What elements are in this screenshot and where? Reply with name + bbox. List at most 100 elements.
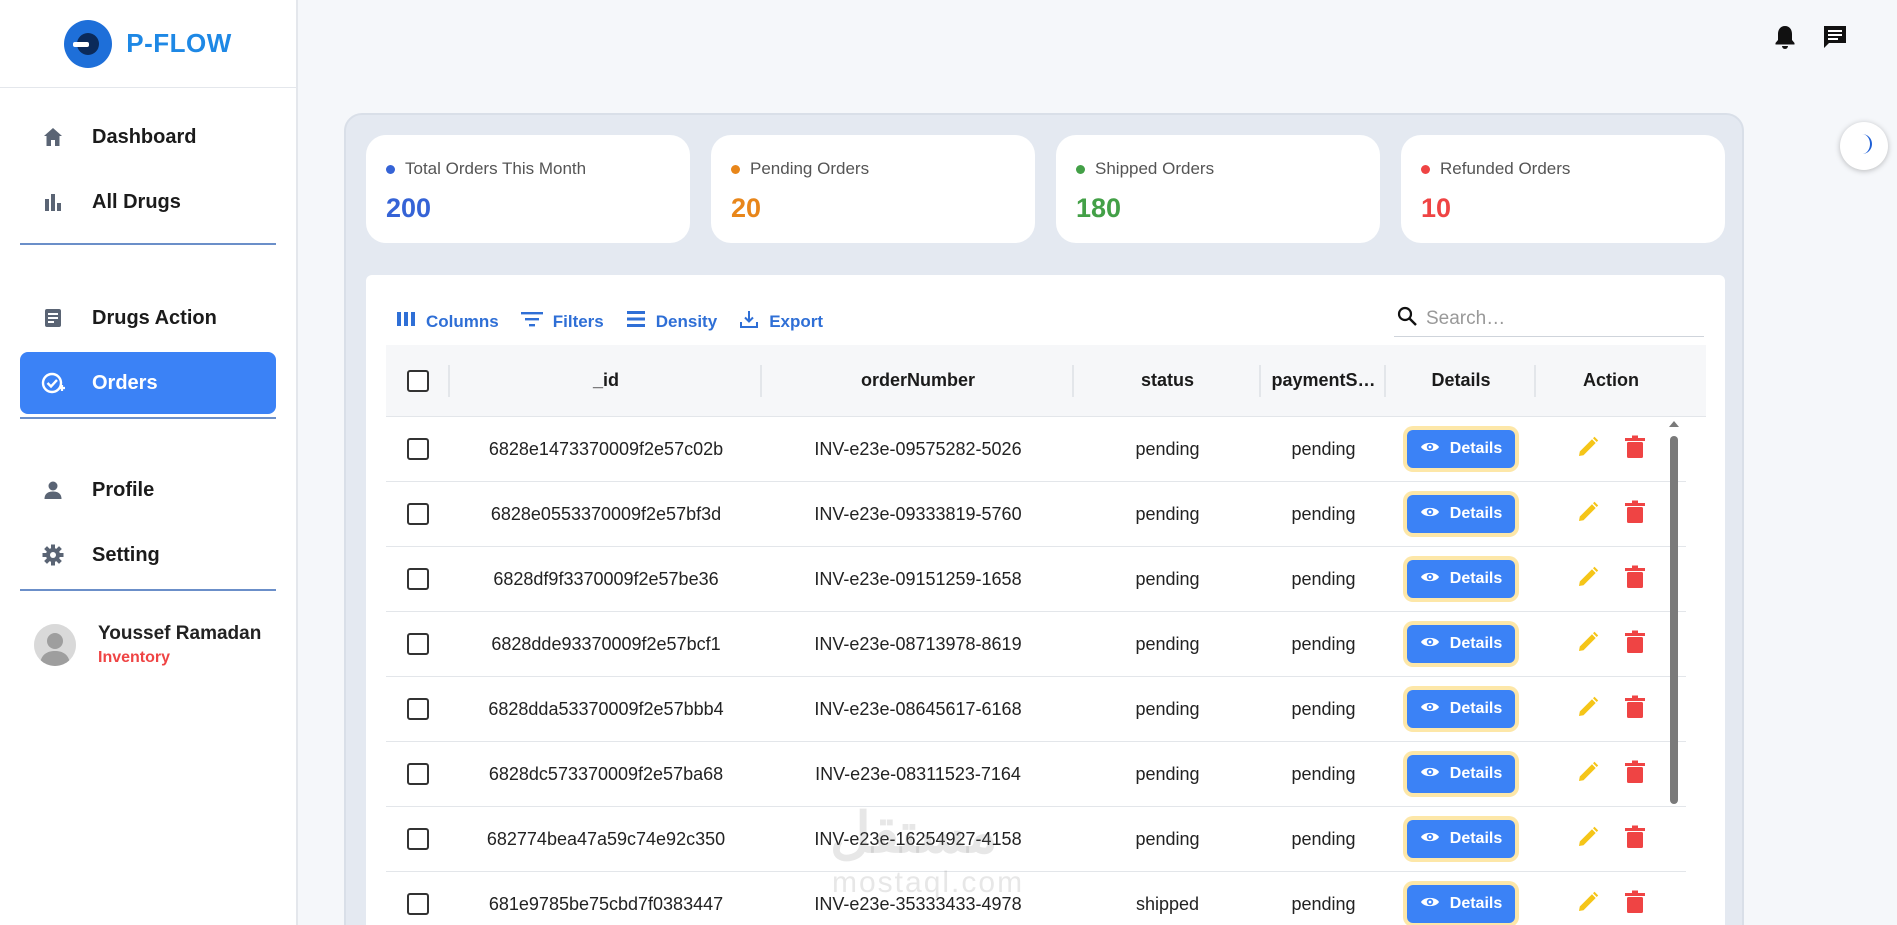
cell-action (1536, 565, 1686, 594)
eye-icon (1420, 635, 1440, 654)
cell-status: pending (1135, 503, 1200, 524)
stat-value: 200 (386, 193, 432, 223)
columns-button[interactable]: Columns (396, 310, 499, 333)
edit-pencil-icon[interactable] (1576, 435, 1600, 464)
details-label: Details (1449, 570, 1503, 587)
delete-trash-icon[interactable] (1624, 435, 1646, 464)
row-checkbox[interactable] (407, 633, 429, 655)
cell-action (1536, 435, 1686, 464)
eye-icon (1420, 505, 1440, 524)
details-button[interactable]: Details (1407, 690, 1515, 728)
table-row[interactable]: 6828dc573370009f2e57ba68 INV-e23e-083115… (386, 742, 1686, 807)
cell-details: Details (1386, 690, 1536, 728)
row-checkbox[interactable] (407, 698, 429, 720)
edit-pencil-icon[interactable] (1576, 695, 1600, 724)
edit-pencil-icon[interactable] (1576, 760, 1600, 789)
sidebar-item-drugs-action[interactable]: Drugs Action (20, 287, 276, 349)
sidebar-item-dashboard[interactable]: Dashboard (20, 106, 276, 168)
column-header-status[interactable]: status (1074, 345, 1261, 416)
row-select-cell (386, 763, 450, 785)
watermark-text: مستقل (830, 801, 998, 864)
cell-order-number: INV-e23e-08311523-7164 (815, 763, 1021, 784)
cell-action (1536, 890, 1686, 919)
filters-button[interactable]: Filters (520, 310, 604, 333)
nav-group-main: Dashboard All Drugs (0, 106, 296, 233)
cell-order-number: INV-e23e-09575282-5026 (814, 438, 1022, 459)
details-button[interactable]: Details (1407, 430, 1515, 468)
sidebar-item-orders[interactable]: Orders (20, 352, 276, 414)
stat-label: Total Orders This Month (405, 159, 587, 178)
row-checkbox[interactable] (407, 568, 429, 590)
delete-trash-icon[interactable] (1624, 825, 1646, 854)
cell-status: pending (1135, 828, 1200, 849)
cell-status: pending (1135, 698, 1200, 719)
column-header-id[interactable]: _id (450, 345, 762, 416)
scrollbar-thumb[interactable] (1670, 436, 1678, 804)
details-button[interactable]: Details (1407, 755, 1515, 793)
theme-toggle-button[interactable] (1840, 122, 1888, 170)
details-label: Details (1449, 765, 1503, 782)
row-checkbox[interactable] (407, 503, 429, 525)
density-button[interactable]: Density (626, 310, 717, 333)
table-row[interactable]: 6828dde93370009f2e57bcf1 INV-e23e-087139… (386, 612, 1686, 677)
user-card[interactable]: Youssef Ramadan Inventory (0, 591, 296, 699)
column-header-details[interactable]: Details (1386, 345, 1536, 416)
density-label: Density (655, 311, 718, 331)
details-button[interactable]: Details (1407, 495, 1515, 533)
row-select-cell (386, 698, 450, 720)
row-checkbox[interactable] (407, 438, 429, 460)
column-header-order-number[interactable]: orderNumber (762, 345, 1074, 416)
search-input[interactable] (1426, 307, 1696, 330)
chat-message-icon[interactable] (1820, 22, 1850, 52)
delete-trash-icon[interactable] (1624, 695, 1646, 724)
stat-label: Shipped Orders (1095, 159, 1215, 178)
sidebar-item-profile[interactable]: Profile (20, 459, 276, 521)
delete-trash-icon[interactable] (1624, 760, 1646, 789)
edit-pencil-icon[interactable] (1576, 630, 1600, 659)
edit-pencil-icon[interactable] (1576, 825, 1600, 854)
table-row[interactable]: 6828df9f3370009f2e57be36 INV-e23e-091512… (386, 547, 1686, 612)
sidebar-item-all-drugs[interactable]: All Drugs (20, 171, 276, 233)
bar-chart-icon (40, 189, 66, 215)
stat-label: Refunded Orders (1440, 159, 1571, 178)
cell-status: pending (1135, 633, 1200, 654)
sidebar-item-setting[interactable]: Setting (20, 524, 276, 586)
details-label: Details (1449, 440, 1503, 457)
delete-trash-icon[interactable] (1624, 630, 1646, 659)
select-all-checkbox[interactable] (407, 369, 429, 392)
table-row[interactable]: 6828dda53370009f2e57bbb4 INV-e23e-086456… (386, 677, 1686, 742)
delete-trash-icon[interactable] (1624, 565, 1646, 594)
table-row[interactable]: 6828e0553370009f2e57bf3d INV-e23e-093338… (386, 482, 1686, 547)
cell-status: shipped (1135, 893, 1200, 914)
edit-pencil-icon[interactable] (1576, 890, 1600, 919)
cell-details: Details (1386, 820, 1536, 858)
row-checkbox[interactable] (407, 828, 429, 850)
row-checkbox[interactable] (407, 763, 429, 785)
edit-pencil-icon[interactable] (1576, 565, 1600, 594)
column-header-action[interactable]: Action (1536, 345, 1686, 416)
details-button[interactable]: Details (1407, 560, 1515, 598)
edit-pencil-icon[interactable] (1576, 500, 1600, 529)
details-button[interactable]: Details (1407, 885, 1515, 923)
moon-icon (1851, 131, 1877, 162)
table-row[interactable]: 681e9785be75cbd7f0383447 INV-e23e-353334… (386, 872, 1686, 925)
stat-card-pending: Pending Orders 20 (711, 135, 1035, 243)
delete-trash-icon[interactable] (1624, 500, 1646, 529)
table-row[interactable]: 682774bea47a59c74e92c350 INV-e23e-162549… (386, 807, 1686, 872)
column-header-payment-status[interactable]: paymentS… (1261, 345, 1386, 416)
details-button[interactable]: Details (1407, 820, 1515, 858)
brand[interactable]: P-FLOW (0, 0, 296, 88)
row-select-cell (386, 568, 450, 590)
filter-icon (520, 310, 543, 333)
notification-bell-icon[interactable] (1770, 22, 1800, 52)
export-button[interactable]: Export (739, 309, 823, 334)
table-row[interactable]: 6828e1473370009f2e57c02b INV-e23e-095752… (386, 417, 1686, 482)
cell-id: 681e9785be75cbd7f0383447 (488, 893, 724, 914)
eye-icon (1420, 700, 1440, 719)
delete-trash-icon[interactable] (1624, 890, 1646, 919)
row-checkbox[interactable] (407, 893, 429, 915)
stat-label: Pending Orders (750, 159, 870, 178)
vertical-scrollbar[interactable] (1666, 418, 1682, 918)
stat-card-refunded: Refunded Orders 10 (1401, 135, 1725, 243)
details-button[interactable]: Details (1407, 625, 1515, 663)
